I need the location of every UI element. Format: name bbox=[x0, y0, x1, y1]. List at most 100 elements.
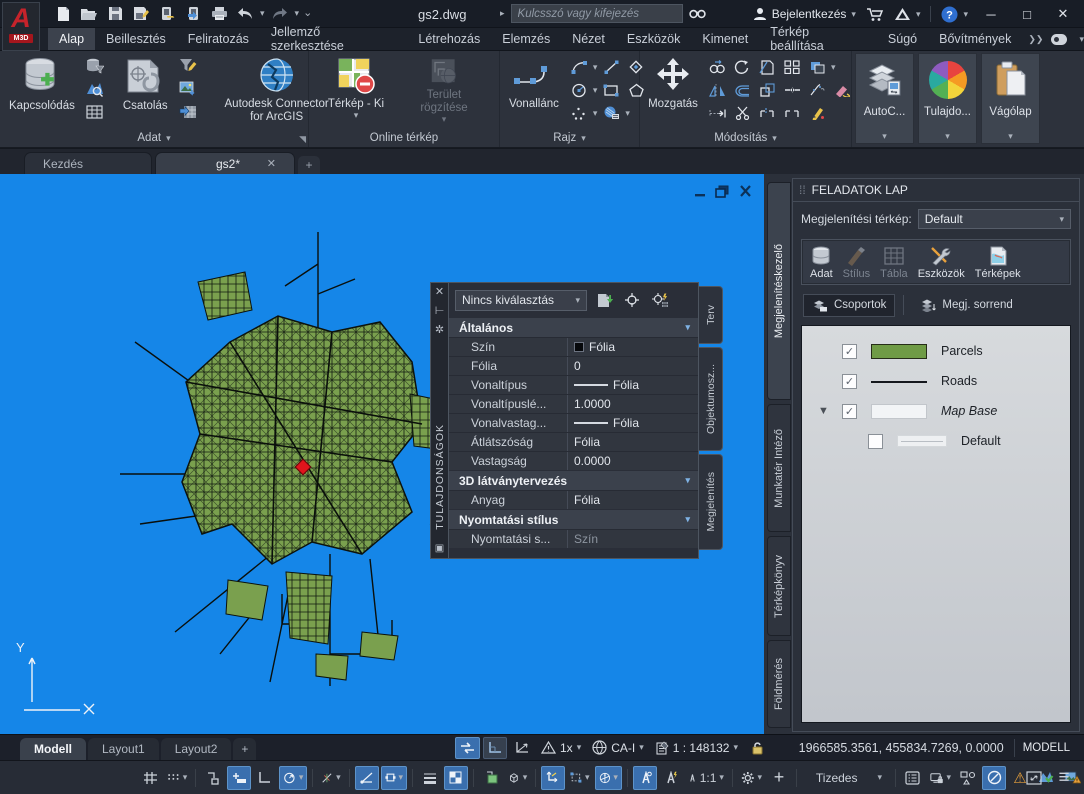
map-base-checkbox[interactable]: ✓ bbox=[842, 404, 857, 419]
tp-eszkozok-button[interactable]: Eszközök bbox=[918, 246, 965, 280]
transmit-button[interactable] bbox=[182, 4, 204, 24]
megj-sorrend-button[interactable]: Megj. sorrend bbox=[912, 294, 1020, 316]
panel-label-adat[interactable]: Adat▾ bbox=[0, 129, 308, 147]
panel-label-rajz[interactable]: Rajz▾ bbox=[500, 129, 639, 147]
open-file-button[interactable] bbox=[78, 4, 100, 24]
lineweight-toggle[interactable] bbox=[418, 766, 442, 790]
tab-jellemzo[interactable]: Jellemző szerkesztése bbox=[260, 28, 407, 50]
prop-row-vonalvastagsag[interactable]: Vonalvastag... Fólia bbox=[449, 413, 698, 432]
prop-row-folia[interactable]: Fólia 0 bbox=[449, 356, 698, 375]
expand-chevron-icon[interactable]: ▼ bbox=[818, 405, 842, 417]
save-button[interactable] bbox=[104, 4, 126, 24]
prop-row-szin[interactable]: Szín Fólia bbox=[449, 337, 698, 356]
mirror-icon[interactable] bbox=[706, 80, 728, 100]
arc-tool-icon[interactable] bbox=[568, 57, 590, 77]
layout-tab-modell[interactable]: Modell bbox=[20, 738, 86, 760]
task-pane-title-bar[interactable]: ⁞⁞ FELADATOK LAP bbox=[793, 179, 1079, 202]
palette-close-icon[interactable]: ✕ bbox=[435, 287, 444, 298]
scale-lock-icon[interactable] bbox=[745, 737, 769, 759]
panel-vagolap-collapsed[interactable]: Vágólap ▾ bbox=[981, 53, 1040, 144]
filter-edit-icon[interactable] bbox=[177, 56, 199, 76]
tab-kimenet[interactable]: Kimenet bbox=[691, 28, 759, 50]
a360-icon[interactable]: ▾ bbox=[894, 7, 921, 21]
join-icon[interactable] bbox=[781, 80, 803, 100]
order-dropdown[interactable]: ▾ bbox=[831, 63, 836, 72]
hardware-acceleration-toggle[interactable] bbox=[982, 766, 1006, 790]
file-tab-gs2[interactable]: gs2* ✕ bbox=[155, 152, 295, 174]
overlap-order-icon[interactable] bbox=[806, 57, 828, 77]
grid-display-toggle[interactable] bbox=[483, 737, 507, 759]
lock-ui-button[interactable]: ▾ bbox=[927, 766, 954, 790]
prop-row-vonaltipus[interactable]: Vonaltípus Fólia bbox=[449, 375, 698, 394]
select-objects-icon[interactable] bbox=[621, 290, 643, 310]
ribbon-display-toggle[interactable] bbox=[1051, 34, 1071, 45]
trim-sheet-icon[interactable] bbox=[756, 57, 778, 77]
print-button[interactable] bbox=[208, 4, 230, 24]
search-expand-icon[interactable]: ▸ bbox=[500, 9, 505, 18]
parcels-swatch[interactable] bbox=[871, 344, 927, 359]
maximize-button[interactable]: □ bbox=[1014, 4, 1040, 24]
scale-icon[interactable] bbox=[756, 80, 778, 100]
file-tab-close-icon[interactable]: ✕ bbox=[267, 157, 276, 170]
tab-megjeleniteskezelo[interactable]: Megjelenítéskezelő bbox=[767, 182, 791, 400]
annotation-monitor-button[interactable]: 1x ▾ bbox=[537, 737, 585, 759]
roads-checkbox[interactable]: ✓ bbox=[842, 374, 857, 389]
vonallanc-button[interactable]: Vonallánc bbox=[504, 54, 564, 126]
erase-icon[interactable] bbox=[831, 80, 853, 100]
circle-dropdown[interactable]: ▾ bbox=[593, 86, 598, 95]
rotate-icon[interactable] bbox=[731, 57, 753, 77]
palette-tab-terv[interactable]: Terv bbox=[699, 286, 723, 344]
tab-terkep-beallitasa[interactable]: Térkép beállítása bbox=[759, 28, 877, 50]
prop-row-nyomtatasi[interactable]: Nyomtatási s... Szín bbox=[449, 529, 698, 548]
polar-tracking-toggle[interactable]: ▾ bbox=[279, 766, 307, 790]
undo-button[interactable] bbox=[234, 4, 256, 24]
palette-properties-icon[interactable]: ✲ bbox=[435, 325, 444, 336]
hatch-dropdown[interactable]: ▾ bbox=[625, 109, 630, 118]
layer-default[interactable]: Default bbox=[802, 426, 1070, 456]
rectangle-tool-icon[interactable] bbox=[600, 80, 622, 100]
edit-pencil-icon[interactable] bbox=[806, 103, 828, 123]
prop-row-vonaltipuslek[interactable]: Vonaltípuslé... 1.0000 bbox=[449, 394, 698, 413]
more-tabs-icon[interactable]: ❯❯ bbox=[1028, 34, 1043, 45]
stretch-icon[interactable] bbox=[706, 103, 728, 123]
tab-eszkozok[interactable]: Eszközök bbox=[616, 28, 692, 50]
transparency-toggle[interactable] bbox=[444, 766, 468, 790]
selection-cycling-toggle[interactable] bbox=[479, 766, 503, 790]
ortho-toggle[interactable] bbox=[253, 766, 277, 790]
panel-launcher-icon[interactable]: ◥ bbox=[299, 134, 306, 145]
new-drawing-tab-button[interactable]: + bbox=[298, 156, 320, 174]
qat-customize-dropdown[interactable]: ⌄ bbox=[303, 8, 312, 19]
data-link-toggle[interactable] bbox=[455, 737, 480, 759]
units-button[interactable]: Tizedes ▾ bbox=[802, 766, 890, 790]
db-filter-icon[interactable] bbox=[84, 56, 106, 76]
tab-sugo[interactable]: Súgó bbox=[877, 28, 928, 50]
space-toggle-button[interactable]: MODELL bbox=[1014, 739, 1078, 757]
dwg-minimize-icon[interactable] bbox=[691, 183, 708, 199]
map-scale-button[interactable]: 1 : 148132 ▾ bbox=[651, 737, 742, 759]
layout-tab-layout2[interactable]: Layout2 bbox=[161, 738, 232, 760]
app-menu-button[interactable]: A M3D bbox=[2, 2, 40, 51]
tab-munkater-intezo[interactable]: Munkatér Intéző bbox=[767, 404, 791, 532]
snap-mode-toggle[interactable]: ▾ bbox=[164, 766, 190, 790]
workspace-gear-button[interactable]: ▾ bbox=[738, 766, 765, 790]
default-swatch[interactable] bbox=[897, 435, 947, 447]
crosshair-plus-button[interactable]: + bbox=[767, 766, 791, 790]
map-search-icon[interactable] bbox=[84, 79, 106, 99]
selection-filter-toggle[interactable]: ▾ bbox=[567, 766, 592, 790]
offset-icon[interactable] bbox=[731, 80, 753, 100]
image-insert-icon[interactable] bbox=[177, 79, 199, 99]
search-input[interactable] bbox=[511, 4, 683, 23]
hatch-tool-icon[interactable] bbox=[600, 103, 622, 123]
dynamic-ucs-toggle[interactable] bbox=[541, 766, 565, 790]
tab-terkepkonyv[interactable]: Térképkönyv bbox=[767, 536, 791, 636]
prop-row-anyag[interactable]: Anyag Fólia bbox=[449, 490, 698, 509]
layout-tab-layout1[interactable]: Layout1 bbox=[88, 738, 159, 760]
arc-dropdown[interactable]: ▾ bbox=[593, 63, 598, 72]
osnap-tracking-toggle[interactable] bbox=[355, 766, 379, 790]
redo-button[interactable] bbox=[269, 4, 291, 24]
gizmo-toggle[interactable]: ▾ bbox=[595, 766, 622, 790]
panel-label-online[interactable]: Online térkép bbox=[309, 129, 499, 147]
signin-area[interactable]: Bejelentkezés ▾ bbox=[753, 7, 856, 21]
point-tool-icon[interactable] bbox=[568, 103, 590, 123]
quick-select-icon[interactable] bbox=[649, 290, 671, 310]
